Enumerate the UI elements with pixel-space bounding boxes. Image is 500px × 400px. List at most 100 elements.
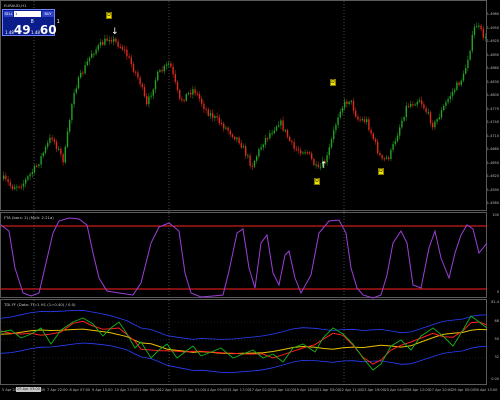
candle-body: [286, 130, 289, 138]
candle-body: [71, 104, 73, 120]
candle-body: [425, 108, 427, 113]
time-axis-label: 14 Apr 09:00: [204, 388, 228, 392]
price-axis-label: 1.4800: [486, 93, 499, 97]
candle-body: [88, 57, 91, 62]
axis-label: 81.4: [491, 300, 499, 304]
candle-body: [31, 172, 33, 175]
candle-body: [359, 119, 361, 121]
buy-price[interactable]: 1.48601: [31, 19, 60, 38]
sell-price[interactable]: 1.48498: [5, 19, 34, 38]
candle-body: [238, 137, 240, 144]
candle-body: [66, 131, 69, 147]
time-axis-label: 13 Apr 01:00: [182, 388, 205, 392]
one-click-trading-panel[interactable]: SELL 1 BUY 1.48498 1.48601: [2, 9, 60, 38]
candle-body: [405, 105, 407, 118]
arrow-down-icon: ↓: [111, 27, 119, 37]
candle-body: [337, 117, 339, 125]
price-chart-pane[interactable]: EURAUD,H1 SELL 1 BUY 1.48498 1.48601 D ↓…: [0, 0, 487, 212]
candle-body: [95, 49, 97, 54]
candle-body: [341, 107, 344, 112]
candle-body: [390, 149, 392, 160]
candle-body: [434, 121, 436, 128]
candle-body: [152, 89, 154, 96]
candle-body: [3, 175, 5, 179]
candle-body: [260, 147, 262, 150]
time-axis-label: 17 Apr 02:00: [249, 388, 273, 392]
candlestick-chart: [3, 1, 487, 212]
candle-body: [368, 119, 370, 130]
candle-body: [218, 117, 220, 124]
oscillator-pane[interactable]: FTA (bars: 2) (Mult: 2.21a): [0, 212, 488, 299]
candle-body: [476, 26, 478, 28]
axis-label: 68: [494, 319, 499, 323]
candle-body: [302, 152, 304, 154]
time-axis-label: 22 Apr 11:00: [339, 388, 363, 392]
candle-body: [216, 116, 218, 118]
price-axis-label: 1.4920: [486, 39, 499, 43]
candle-body: [203, 103, 205, 109]
candle-body: [163, 65, 165, 72]
candle-body: [11, 185, 14, 189]
price-axis-label: 1.4830: [486, 79, 499, 84]
candle-body: [355, 110, 357, 117]
candle-body: [227, 127, 229, 131]
candle-body: [161, 70, 163, 72]
candle-body: [407, 105, 410, 107]
candle-body: [482, 29, 484, 38]
candle-body: [273, 130, 275, 134]
candle-body: [438, 117, 440, 120]
signal-marker[interactable]: D: [314, 178, 320, 185]
candle-body: [165, 64, 168, 66]
candle-body: [7, 179, 9, 183]
candle-body: [297, 149, 300, 151]
candle-body: [143, 86, 146, 97]
time-axis-label: 26 Apr 12:00: [407, 388, 430, 392]
time-axis-label: 9 Apr 15:00: [92, 388, 113, 392]
candle-body: [443, 105, 445, 111]
candle-body: [132, 64, 135, 72]
candle-body: [106, 38, 108, 41]
candle-body: [271, 133, 273, 135]
candle-body: [183, 100, 185, 102]
candle-body: [361, 119, 363, 121]
candle-body: [317, 164, 319, 168]
axis-label: 50: [494, 337, 499, 341]
candle-body: [258, 149, 260, 157]
time-axis-label: 27 Apr 20:00: [429, 388, 453, 392]
candle-body: [146, 96, 148, 105]
signal-marker[interactable]: D: [330, 79, 336, 86]
candle-body: [416, 101, 418, 105]
candle-body: [262, 144, 264, 148]
signal-marker[interactable]: D: [378, 168, 384, 175]
signal-marker[interactable]: D: [106, 12, 112, 19]
candle-body: [267, 138, 269, 140]
price-axis-label: 1.4740: [486, 120, 499, 124]
candle-body: [480, 25, 482, 30]
candle-body: [5, 175, 7, 180]
candle-body: [295, 148, 297, 150]
axis-label: 0.00: [491, 377, 499, 381]
lot-size-input[interactable]: 1: [14, 11, 41, 17]
tdi-pane[interactable]: TDI-FF (Data: Tf=1 H1 (1=0.40) / 0.0): [0, 299, 488, 386]
buy-button[interactable]: BUY: [42, 11, 54, 17]
candle-body: [150, 95, 152, 97]
candle-body: [469, 50, 471, 60]
candle-body: [440, 110, 443, 118]
candle-body: [401, 120, 403, 128]
time-axis-label: 8 Apr 07:00: [69, 388, 91, 392]
candle-body: [51, 137, 53, 140]
candle-body: [14, 187, 16, 189]
candle-body: [128, 56, 130, 58]
candle-body: [306, 152, 308, 154]
time-axis-label: 7 Apr 22:00: [47, 388, 68, 392]
candle-body: [22, 183, 25, 187]
candle-body: [108, 40, 110, 42]
price-axis-label: 1.4590: [486, 187, 499, 192]
sell-button[interactable]: SELL: [4, 11, 13, 17]
tdi-axis: 81.4 68 50 32 0.00: [487, 299, 500, 385]
candle-body: [236, 137, 238, 140]
oscillator-axis: 100 0: [487, 212, 500, 298]
candle-body: [383, 158, 385, 160]
time-axis: 26 Apr 03:00 5 Apr 2019 6 Apr 14:00 7 Apr …: [0, 386, 500, 400]
candle-body: [77, 77, 80, 89]
